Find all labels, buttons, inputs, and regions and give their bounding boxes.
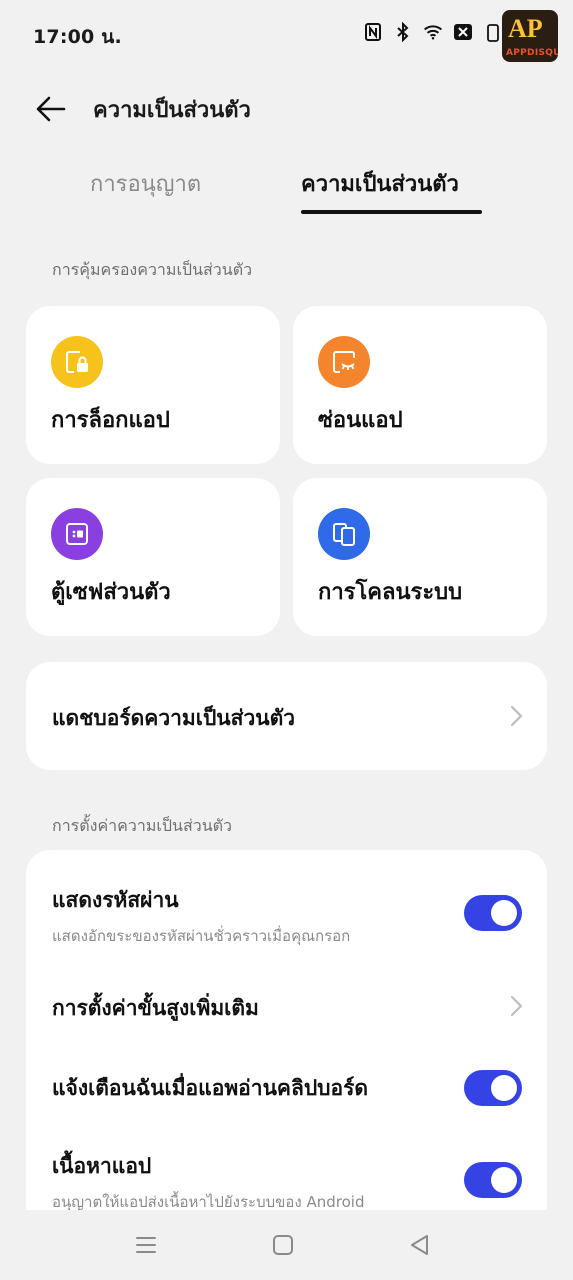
show-password-toggle[interactable]: [464, 895, 522, 931]
advanced-settings-title: การตั้งค่าขั้นสูงเพิ่มเติม: [52, 996, 259, 1020]
watermark-logo-sub: APPDISQUS: [506, 48, 558, 58]
watermark-logo-main: AP: [508, 14, 543, 43]
system-nav-bar: [0, 1210, 573, 1280]
privacy-dashboard-label: แดชบอร์ดความเป็นส่วนตัว: [52, 706, 296, 730]
tab-bar: การอนุญาต ความเป็นส่วนตัว: [0, 160, 573, 220]
chevron-right-icon: [508, 994, 524, 1018]
toggle-knob: [491, 900, 517, 926]
private-safe-icon: [51, 508, 103, 560]
show-password-title: แสดงรหัสผ่าน: [52, 888, 179, 912]
settings-section-label: การตั้งค่าความเป็นส่วนตัว: [52, 816, 232, 835]
chevron-right-icon: [508, 704, 524, 728]
toggle-knob: [491, 1075, 517, 1101]
back-icon[interactable]: [407, 1232, 433, 1258]
back-arrow-icon[interactable]: [34, 92, 68, 126]
tile-private-safe-label: ตู้เซฟส่วนตัว: [51, 580, 171, 605]
bluetooth-icon: [393, 22, 413, 42]
status-bar: 17:00 น. AP APPDISQUS: [0, 0, 573, 68]
tab-active-indicator: [301, 210, 482, 214]
sim-off-icon: [453, 22, 473, 42]
app-content-toggle[interactable]: [464, 1162, 522, 1198]
hide-app-icon: [318, 336, 370, 388]
tile-app-lock[interactable]: การล็อกแอป: [26, 306, 280, 464]
nfc-icon: [363, 22, 383, 42]
privacy-dashboard-row[interactable]: แดชบอร์ดความเป็นส่วนตัว: [26, 662, 547, 770]
app-lock-icon: [51, 336, 103, 388]
system-clone-icon: [318, 508, 370, 560]
menu-icon[interactable]: [133, 1232, 159, 1258]
app-header: ความเป็นส่วนตัว: [0, 82, 573, 134]
tab-privacy[interactable]: ความเป็นส่วนตัว: [301, 166, 459, 201]
tab-permissions[interactable]: การอนุญาต: [90, 166, 201, 201]
clipboard-alert-toggle[interactable]: [464, 1070, 522, 1106]
tile-hide-app[interactable]: ซ่อนแอป: [293, 306, 547, 464]
app-content-title: เนื้อหาแอป: [52, 1154, 152, 1178]
wifi-icon: [423, 22, 443, 42]
clipboard-alert-title: แจ้งเตือนฉันเมื่อแอพอ่านคลิปบอร์ด: [52, 1076, 369, 1100]
privacy-settings-card: แสดงรหัสผ่าน แสดงอักขระของรหัสผ่านชั่วคร…: [26, 850, 547, 1250]
status-icons: [363, 22, 503, 42]
protection-section-label: การคุ้มครองความเป็นส่วนตัว: [52, 260, 253, 279]
tile-system-clone[interactable]: การโคลนระบบ: [293, 478, 547, 636]
tile-app-lock-label: การล็อกแอป: [51, 408, 170, 433]
home-icon[interactable]: [270, 1232, 296, 1258]
tile-private-safe[interactable]: ตู้เซฟส่วนตัว: [26, 478, 280, 636]
tile-system-clone-label: การโคลนระบบ: [318, 580, 463, 605]
show-password-subtitle: แสดงอักขระของรหัสผ่านชั่วคราวเมื่อคุณกรอ…: [52, 927, 351, 945]
tile-hide-app-label: ซ่อนแอป: [318, 408, 403, 433]
toggle-knob: [491, 1167, 517, 1193]
status-time: 17:00 น.: [33, 26, 122, 48]
page-title: ความเป็นส่วนตัว: [93, 98, 251, 123]
watermark-logo: AP APPDISQUS: [502, 10, 558, 62]
battery-icon: [483, 22, 503, 42]
